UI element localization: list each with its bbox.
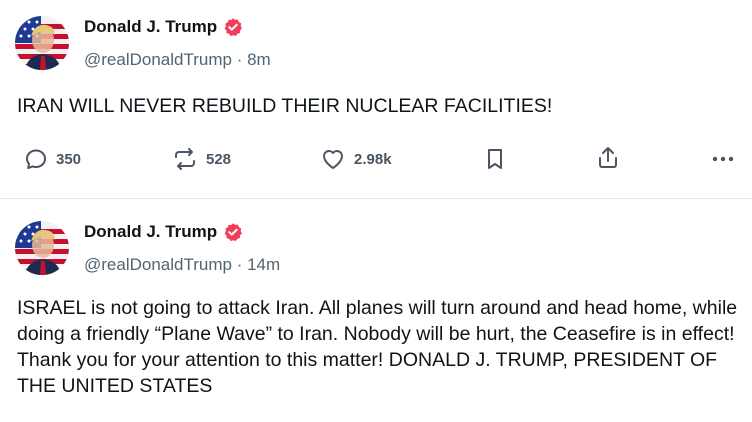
separator: · [231, 50, 248, 69]
repost-icon [172, 147, 198, 171]
like-button[interactable]: 2.98k [320, 147, 392, 171]
post-text: IRAN WILL NEVER REBUILD THEIR NUCLEAR FA… [17, 95, 553, 117]
verified-badge-icon [223, 17, 243, 37]
avatar[interactable] [15, 16, 69, 70]
author-row: Donald J. Trump [84, 222, 243, 242]
reply-count: 350 [56, 150, 82, 168]
handle-row: @realDonaldTrump · 14m [84, 255, 280, 275]
post-time[interactable]: 8m [247, 50, 271, 69]
post-time[interactable]: 14m [247, 255, 280, 274]
post-text: ISRAEL is not going to attack Iran. All … [17, 297, 738, 397]
repost-button[interactable]: 528 [172, 147, 231, 171]
post-card[interactable]: Donald J. Trump @realDonaldTrump · 14m I… [0, 199, 752, 422]
author-handle[interactable]: @realDonaldTrump [84, 50, 232, 69]
bookmark-icon [485, 147, 505, 171]
repost-count: 528 [206, 150, 232, 168]
author-row: Donald J. Trump [84, 17, 243, 37]
avatar[interactable] [15, 221, 69, 275]
post-card[interactable]: Donald J. Trump @realDonaldTrump · 8m IR… [0, 0, 752, 199]
author-handle[interactable]: @realDonaldTrump [84, 255, 232, 274]
like-count: 2.98k [354, 150, 392, 168]
separator: · [231, 255, 248, 274]
verified-badge-icon [223, 222, 243, 242]
reply-button[interactable]: 350 [24, 147, 81, 171]
reply-icon [24, 147, 48, 171]
author-name[interactable]: Donald J. Trump [84, 222, 217, 242]
share-button[interactable] [596, 145, 620, 171]
share-icon [596, 145, 620, 171]
author-name[interactable]: Donald J. Trump [84, 17, 217, 37]
post-actions: 350 528 2.98k [0, 141, 752, 175]
heart-icon [320, 147, 346, 171]
bookmark-button[interactable] [485, 147, 505, 171]
more-dots-icon [711, 155, 735, 163]
more-options-button[interactable] [711, 155, 735, 163]
handle-row: @realDonaldTrump · 8m [84, 50, 271, 70]
